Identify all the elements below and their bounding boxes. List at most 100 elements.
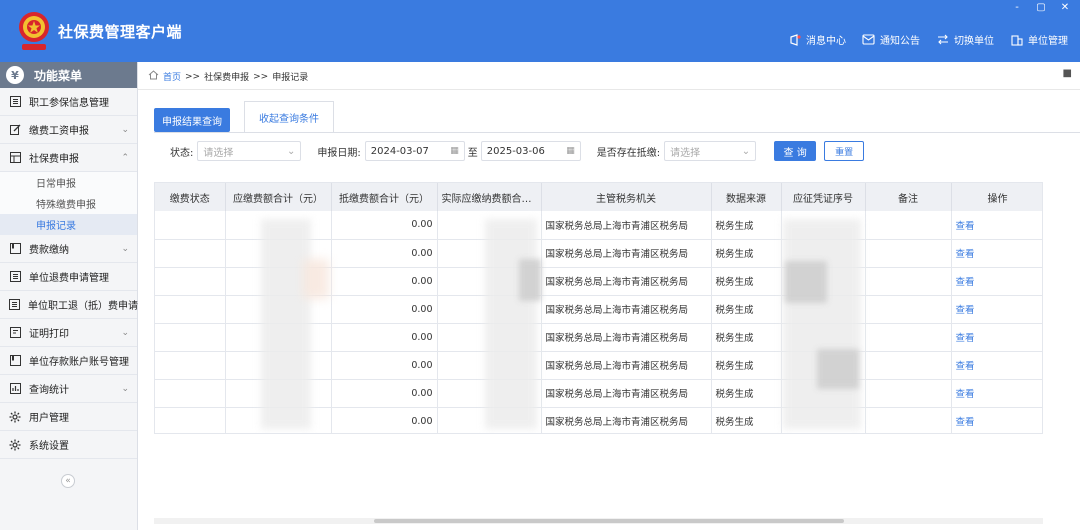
cell-tax-authority: 国家税务总局上海市青浦区税务局 xyxy=(541,323,712,352)
sidebar-item-label: 单位退费申请管理 xyxy=(29,273,109,284)
message-center-link[interactable]: 消息中心 xyxy=(788,32,846,47)
cell-remark xyxy=(865,351,952,380)
cell-remark xyxy=(865,323,952,352)
redaction-blur xyxy=(303,259,329,299)
offset-placeholder: 请选择 xyxy=(670,147,701,159)
view-link[interactable]: 查看 xyxy=(956,305,975,316)
document-icon xyxy=(9,327,21,339)
query-tabs: 申报结果查询 收起查询条件 xyxy=(154,100,334,133)
view-link[interactable]: 查看 xyxy=(956,221,975,232)
sidebar-item-refund-application[interactable]: 单位退费申请管理 xyxy=(0,263,137,291)
sidebar-subitem-special[interactable]: 特殊缴费申报 xyxy=(0,193,137,214)
sidebar-item-social-fee-declaration[interactable]: 社保费申报 ⌃ xyxy=(0,144,137,172)
breadcrumb-home-link[interactable]: 首页 xyxy=(163,70,181,83)
cell-action: 查看 xyxy=(951,323,1042,352)
yen-icon: ¥ xyxy=(6,66,24,84)
cell-offset-total: 0.00 xyxy=(331,351,438,380)
date-range-to-label: 至 xyxy=(467,147,478,159)
status-select[interactable]: 请选择 ⌄ xyxy=(197,141,302,161)
offset-select[interactable]: 请选择 ⌄ xyxy=(664,141,757,161)
breadcrumb-separator: >> xyxy=(185,71,201,82)
reset-button[interactable]: 重置 xyxy=(824,141,865,161)
sidebar-item-wage-declaration[interactable]: 缴费工资申报 ⌄ xyxy=(0,116,137,144)
column-header: 实际应缴纳费额合计（... xyxy=(437,183,542,211)
records-table: 缴费状态 应缴费额合计（元） 抵缴费额合计（元） 实际应缴纳费额合计（... 主… xyxy=(154,182,1043,434)
cell-action: 查看 xyxy=(951,239,1042,268)
view-link[interactable]: 查看 xyxy=(956,277,975,288)
switch-unit-link[interactable]: 切换单位 xyxy=(936,32,994,47)
date-from-input[interactable]: 2024-03-07 ▦ xyxy=(364,141,465,161)
cell-action: 查看 xyxy=(951,379,1042,408)
close-window-button[interactable]: ✕ xyxy=(1058,2,1072,13)
sidebar-item-bank-account[interactable]: 单位存款账户账号管理 xyxy=(0,347,137,375)
cell-remark xyxy=(865,239,952,268)
message-icon xyxy=(788,33,801,46)
view-link[interactable]: 查看 xyxy=(956,389,975,400)
horizontal-scrollbar[interactable] xyxy=(154,518,1043,524)
breadcrumb-separator: >> xyxy=(253,71,269,82)
sidebar-subitem-records[interactable]: 申报记录 xyxy=(0,214,137,235)
cell-tax-authority: 国家税务总局上海市青浦区税务局 xyxy=(541,211,712,240)
redaction-blur xyxy=(817,349,859,389)
close-tab-icon[interactable]: ■ xyxy=(1063,68,1072,79)
column-header: 主管税务机关 xyxy=(541,183,712,211)
result-query-button[interactable]: 申报结果查询 xyxy=(154,108,230,132)
cell-payment-status xyxy=(155,239,226,268)
gear-icon xyxy=(9,439,21,451)
unit-manage-link[interactable]: 单位管理 xyxy=(1010,32,1068,47)
cell-payment-status xyxy=(155,379,226,408)
cell-remark xyxy=(865,379,952,408)
date-to-value: 2025-03-06 xyxy=(486,145,545,157)
sidebar-item-label: 用户管理 xyxy=(29,413,69,424)
cell-action: 查看 xyxy=(951,295,1042,324)
sidebar-item-user-management[interactable]: 用户管理 xyxy=(0,403,137,431)
sidebar-item-employee-refund[interactable]: 单位职工退（抵）费申请管理 xyxy=(0,291,158,319)
cell-action: 查看 xyxy=(951,351,1042,380)
scrollbar-thumb[interactable] xyxy=(374,519,844,523)
chevron-down-icon: ⌄ xyxy=(286,145,296,157)
date-from-value: 2024-03-07 xyxy=(370,145,429,157)
cell-data-source: 税务生成 xyxy=(711,323,782,352)
sidebar-item-employee-insurance[interactable]: 职工参保信息管理 xyxy=(0,88,137,116)
switch-unit-label: 切换单位 xyxy=(954,36,994,47)
table-header-row: 缴费状态 应缴费额合计（元） 抵缴费额合计（元） 实际应缴纳费额合计（... 主… xyxy=(155,183,1042,211)
view-link[interactable]: 查看 xyxy=(956,249,975,260)
date-to-input[interactable]: 2025-03-06 ▦ xyxy=(480,141,581,161)
building-icon xyxy=(1010,34,1023,46)
redaction-blur xyxy=(519,259,541,301)
cell-data-source: 税务生成 xyxy=(711,351,782,380)
switch-icon xyxy=(936,34,949,46)
notice-link[interactable]: 通知公告 xyxy=(862,32,920,47)
collapse-query-tab[interactable]: 收起查询条件 xyxy=(244,101,334,133)
collapse-sidebar-button[interactable]: « xyxy=(61,474,75,488)
sidebar-item-certificate-print[interactable]: 证明打印 ⌄ xyxy=(0,319,137,347)
cell-offset-total: 0.00 xyxy=(331,267,438,296)
message-center-label: 消息中心 xyxy=(806,36,846,47)
sidebar-item-fee-payment[interactable]: 费款缴纳 ⌄ xyxy=(0,235,137,263)
sidebar-item-label: 费款缴纳 xyxy=(29,245,69,256)
gear-icon xyxy=(9,411,21,423)
query-filter-bar: 状态: 请选择 ⌄ 申报日期: 2024-03-07 ▦ 至 2025-03-0… xyxy=(154,140,865,162)
view-link[interactable]: 查看 xyxy=(956,333,975,344)
view-link[interactable]: 查看 xyxy=(956,361,975,372)
minimize-button[interactable]: - xyxy=(1010,2,1024,13)
chevron-down-icon: ⌄ xyxy=(741,145,751,157)
calendar-icon: ▦ xyxy=(450,146,459,156)
sidebar-item-system-settings[interactable]: 系统设置 xyxy=(0,431,137,459)
sidebar-item-label: 缴费工资申报 xyxy=(29,126,89,137)
cell-remark xyxy=(865,295,952,324)
view-link[interactable]: 查看 xyxy=(956,417,975,428)
function-menu-header: ¥ 功能菜单 xyxy=(0,62,137,88)
sidebar-item-query-stats[interactable]: 查询统计 ⌄ xyxy=(0,375,137,403)
sidebar-item-label: 查询统计 xyxy=(29,385,69,396)
breadcrumb-level1[interactable]: 社保费申报 xyxy=(204,70,249,83)
sidebar-subitem-daily[interactable]: 日常申报 xyxy=(0,172,137,193)
maximize-button[interactable]: ▢ xyxy=(1034,2,1048,13)
cell-tax-authority: 国家税务总局上海市青浦区税务局 xyxy=(541,407,712,433)
offset-label: 是否存在抵缴: xyxy=(596,147,661,159)
chevron-up-icon: ⌃ xyxy=(121,153,129,163)
sidebar-item-label: 社保费申报 xyxy=(29,154,79,165)
query-button[interactable]: 查 询 xyxy=(774,141,817,161)
card-icon xyxy=(9,243,21,255)
column-header: 缴费状态 xyxy=(155,183,226,211)
